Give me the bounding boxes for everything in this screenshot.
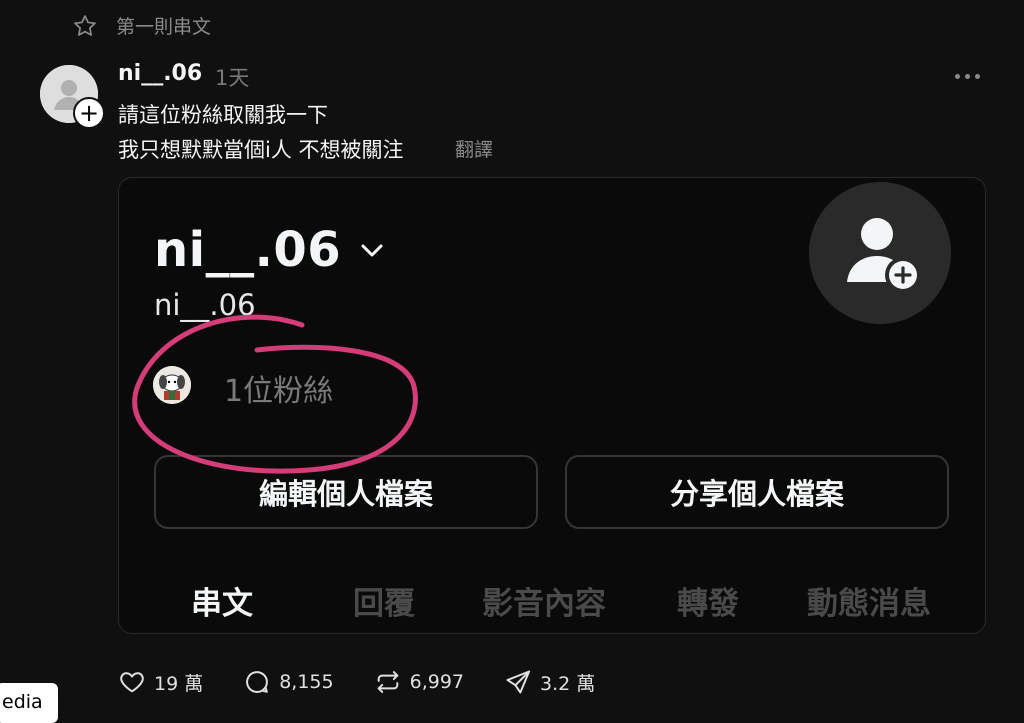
pinned-header: 第一則串文	[72, 12, 211, 39]
profile-display-name: ni__.06	[154, 222, 342, 278]
embedded-screenshot[interactable]: ni__.06 ni__.06 1位粉絲 編輯個人檔案 分享個人檔案 串文 回覆	[118, 177, 986, 634]
post-actions-bar: 19 萬 8,155 6,997 3.2 萬	[118, 668, 635, 696]
send-icon	[506, 670, 531, 694]
followers-count: 1位粉絲	[224, 374, 334, 409]
tab-media[interactable]: 影音內容	[482, 578, 606, 623]
edit-profile-button[interactable]: 編輯個人檔案	[154, 455, 538, 529]
tab-activity[interactable]: 動態消息	[807, 578, 931, 623]
follow-plus-icon[interactable]: +	[73, 97, 105, 129]
profile-handle: ni__.06	[154, 288, 256, 322]
post-text-line1: 請這位粉絲取關我一下	[118, 103, 328, 127]
profile-avatar	[809, 182, 951, 324]
like-button[interactable]: 19 萬	[118, 668, 203, 696]
chevron-down-icon	[361, 244, 383, 257]
repost-icon	[377, 671, 398, 693]
heart-icon	[120, 672, 144, 693]
tab-reposts[interactable]: 轉發	[677, 578, 739, 623]
share-button[interactable]: 3.2 萬	[504, 668, 595, 696]
follower-avatar-image	[153, 366, 191, 404]
add-profile-photo-icon	[809, 182, 951, 324]
post-username[interactable]: ni__.06	[118, 61, 202, 86]
pinned-label: 第一則串文	[116, 16, 212, 38]
post-text-line2: 我只想默默當個i人 不想被關注	[118, 138, 404, 162]
tab-replies[interactable]: 回覆	[353, 578, 415, 623]
like-count: 19 萬	[154, 672, 204, 695]
post-time: 1天	[215, 66, 250, 90]
star-icon	[74, 14, 96, 36]
follower-avatar	[153, 366, 191, 404]
side-tab[interactable]: edia	[0, 683, 58, 723]
comment-icon	[246, 671, 269, 693]
tab-threads[interactable]: 串文	[191, 578, 253, 623]
repost-button[interactable]: 6,997	[374, 668, 464, 696]
translate-link[interactable]: 翻譯	[455, 135, 493, 162]
more-options-icon[interactable]	[955, 70, 985, 82]
share-count: 3.2 萬	[540, 672, 596, 695]
repost-count: 6,997	[409, 671, 465, 693]
comment-count: 8,155	[279, 671, 334, 693]
comment-button[interactable]: 8,155	[243, 668, 334, 696]
share-profile-button[interactable]: 分享個人檔案	[565, 455, 949, 529]
